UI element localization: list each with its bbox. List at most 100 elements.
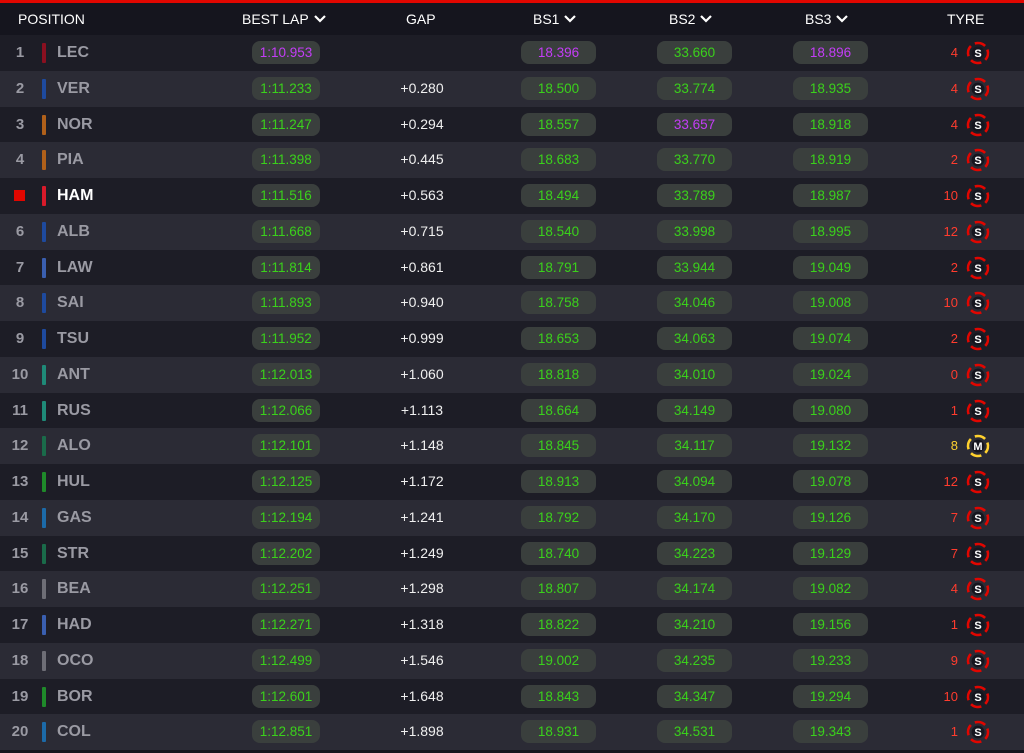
bs2-time: 34.149 bbox=[657, 398, 732, 422]
table-row[interactable]: 9 TSU 1:11.952 +0.999 18.653 34.063 19.074 2 S bbox=[0, 321, 1024, 357]
driver-code[interactable]: BEA bbox=[57, 571, 91, 607]
table-row[interactable]: 20 COL 1:12.851 +1.898 18.931 34.531 19.343 1 S bbox=[0, 714, 1024, 750]
bs2-time: 33.944 bbox=[657, 255, 732, 279]
soft-tyre-icon: S bbox=[966, 399, 990, 423]
bs3-time: 19.233 bbox=[793, 648, 868, 672]
team-color-bar bbox=[42, 722, 46, 743]
gap-value: +1.298 bbox=[400, 580, 444, 597]
team-color-bar bbox=[42, 507, 46, 528]
driver-code[interactable]: LEC bbox=[57, 35, 89, 71]
driver-code[interactable]: TSU bbox=[57, 321, 89, 357]
column-header-position[interactable]: POSITION bbox=[18, 3, 85, 35]
soft-tyre-icon: S bbox=[966, 291, 990, 315]
table-row[interactable]: 17 HAD 1:12.271 +1.318 18.822 34.210 19.156 1 S bbox=[0, 607, 1024, 643]
column-header-bs1[interactable]: BS1 bbox=[533, 3, 577, 35]
bs2-time: 33.657 bbox=[657, 112, 732, 136]
gap-value: +1.249 bbox=[400, 544, 444, 561]
table-row[interactable]: 13 HUL 1:12.125 +1.172 18.913 34.094 19.078 12 S bbox=[0, 464, 1024, 500]
table-row[interactable]: 1 LEC 1:10.953 18.396 33.660 18.896 4 S bbox=[0, 35, 1024, 71]
bs3-time: 18.896 bbox=[793, 41, 868, 64]
gap-value: +1.060 bbox=[400, 365, 444, 382]
soft-tyre-icon: S bbox=[966, 327, 990, 351]
gap-value: +1.241 bbox=[400, 508, 444, 525]
best-lap-time: 1:12.851 bbox=[252, 720, 320, 744]
svg-text:S: S bbox=[974, 48, 981, 60]
tyre-laps: 4 bbox=[950, 116, 958, 132]
chevron-down-icon bbox=[313, 15, 326, 23]
gap-value: +1.898 bbox=[400, 723, 444, 740]
position-number: 17 bbox=[11, 616, 29, 633]
table-row[interactable]: 10 ANT 1:12.013 +1.060 18.818 34.010 19.024 0 S bbox=[0, 356, 1024, 393]
driver-code[interactable]: HAM bbox=[57, 178, 93, 214]
column-header-gap[interactable]: GAP bbox=[406, 3, 436, 35]
driver-code[interactable]: NOR bbox=[57, 107, 93, 143]
bs1-time: 18.740 bbox=[521, 541, 596, 565]
table-row[interactable]: 2 VER 1:11.233 +0.280 18.500 33.774 18.935 4 S bbox=[0, 70, 1024, 107]
bs2-time: 34.010 bbox=[657, 362, 732, 386]
driver-code[interactable]: ALB bbox=[57, 214, 90, 250]
timing-table: 1 LEC 1:10.953 18.396 33.660 18.896 4 S 2 VER 1:11… bbox=[0, 35, 1024, 750]
team-color-bar bbox=[42, 114, 46, 135]
bs2-time: 34.210 bbox=[657, 613, 732, 636]
driver-code[interactable]: GAS bbox=[57, 500, 92, 536]
driver-code[interactable]: HUL bbox=[57, 464, 90, 500]
driver-code[interactable]: COL bbox=[57, 714, 91, 750]
column-header-bs2[interactable]: BS2 bbox=[669, 3, 713, 35]
driver-code[interactable]: SAI bbox=[57, 285, 84, 321]
column-header-tyre[interactable]: TYRE bbox=[947, 3, 984, 35]
driver-code[interactable]: ALO bbox=[57, 428, 91, 464]
column-header-bs3[interactable]: BS3 bbox=[805, 3, 849, 35]
bs1-time: 18.807 bbox=[521, 577, 596, 601]
column-header-bs2-label: BS2 bbox=[669, 11, 696, 27]
driver-code[interactable]: STR bbox=[57, 536, 89, 572]
driver-code[interactable]: PIA bbox=[57, 142, 84, 178]
driver-code[interactable]: HAD bbox=[57, 607, 92, 643]
table-row[interactable]: 14 GAS 1:12.194 +1.241 18.792 34.170 19.126 7 S bbox=[0, 499, 1024, 536]
table-row[interactable]: 7 LAW 1:11.814 +0.861 18.791 33.944 19.049 2 S bbox=[0, 249, 1024, 286]
table-row[interactable]: 8 SAI 1:11.893 +0.940 18.758 34.046 19.008 10 S bbox=[0, 285, 1024, 321]
table-row[interactable]: 16 BEA 1:12.251 +1.298 18.807 34.174 19.082 4 S bbox=[0, 571, 1024, 607]
driver-code[interactable]: BOR bbox=[57, 679, 93, 715]
table-row[interactable]: 11 RUS 1:12.066 +1.113 18.664 34.149 19.080 1 S bbox=[0, 392, 1024, 429]
table-row[interactable]: HAM 1:11.516 +0.563 18.494 33.789 18.987 10 S bbox=[0, 178, 1024, 214]
bs3-time: 19.082 bbox=[793, 577, 868, 601]
best-lap-time: 1:11.516 bbox=[252, 184, 320, 207]
svg-text:S: S bbox=[974, 84, 981, 96]
bs1-time: 18.396 bbox=[521, 41, 596, 64]
driver-code[interactable]: ANT bbox=[57, 357, 90, 393]
bs2-time: 34.046 bbox=[657, 291, 732, 315]
bs1-time: 18.500 bbox=[521, 76, 596, 100]
table-row[interactable]: 12 ALO 1:12.101 +1.148 18.845 34.117 19.132 8 M bbox=[0, 428, 1024, 464]
soft-tyre-icon: S bbox=[966, 41, 990, 65]
driver-code[interactable]: VER bbox=[57, 71, 90, 107]
team-color-bar bbox=[42, 221, 46, 242]
bs3-time: 19.343 bbox=[793, 720, 868, 744]
table-row[interactable]: 6 ALB 1:11.668 +0.715 18.540 33.998 18.995 12 S bbox=[0, 213, 1024, 250]
driver-code[interactable]: RUS bbox=[57, 393, 91, 429]
highlight-marker bbox=[14, 190, 25, 201]
bs1-time: 18.791 bbox=[521, 255, 596, 279]
svg-text:S: S bbox=[974, 155, 981, 167]
driver-code[interactable]: OCO bbox=[57, 643, 93, 679]
svg-text:S: S bbox=[974, 692, 981, 704]
table-row[interactable]: 3 NOR 1:11.247 +0.294 18.557 33.657 18.918 4 S bbox=[0, 106, 1024, 143]
soft-tyre-icon: S bbox=[966, 506, 990, 530]
team-color-bar bbox=[42, 364, 46, 385]
team-color-bar bbox=[42, 472, 46, 492]
soft-tyre-icon: S bbox=[966, 77, 990, 101]
best-lap-time: 1:10.953 bbox=[252, 41, 320, 64]
table-row[interactable]: 19 BOR 1:12.601 +1.648 18.843 34.347 19.294 10 S bbox=[0, 678, 1024, 715]
table-row[interactable]: 15 STR 1:12.202 +1.249 18.740 34.223 19.129 7 S bbox=[0, 535, 1024, 572]
gap-value: +1.318 bbox=[400, 616, 444, 632]
column-header-best-lap[interactable]: BEST LAP bbox=[242, 3, 327, 35]
table-row[interactable]: 4 PIA 1:11.398 +0.445 18.683 33.770 18.919 2 S bbox=[0, 142, 1024, 178]
soft-tyre-icon: S bbox=[966, 256, 990, 280]
bs3-time: 19.126 bbox=[793, 505, 868, 529]
driver-code[interactable]: LAW bbox=[57, 250, 93, 286]
position-number: 7 bbox=[15, 258, 25, 276]
position-number: 19 bbox=[11, 687, 29, 705]
table-row[interactable]: 18 OCO 1:12.499 +1.546 19.002 34.235 19.233 9 S bbox=[0, 642, 1024, 679]
bs1-time: 18.931 bbox=[521, 720, 596, 744]
medium-tyre-icon: M bbox=[966, 434, 990, 458]
bs3-time: 19.024 bbox=[793, 362, 868, 386]
